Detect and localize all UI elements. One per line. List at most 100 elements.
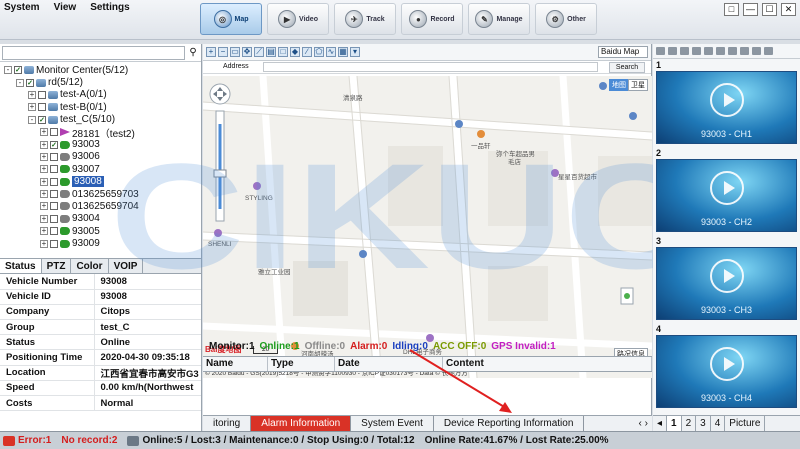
video-split-9-icon[interactable] — [680, 47, 689, 55]
video-cell[interactable]: 1 93003 - CH1 — [653, 60, 800, 146]
map-view[interactable]: 地图 卫星 清泉路 一品轩 弥个车超品男 毛店 星星百货超市 STYLING S… — [203, 76, 652, 378]
tools-icon[interactable]: ▾ — [350, 47, 360, 57]
tree-checkbox[interactable] — [50, 177, 58, 186]
satellite-mode-button[interactable]: 卫星 — [628, 79, 648, 91]
video-page-tab[interactable]: 3 — [696, 416, 711, 431]
area-icon[interactable]: ▤ — [266, 47, 276, 57]
ruler-icon[interactable]: ⟋ — [254, 47, 264, 57]
collapse-icon[interactable]: - — [28, 115, 36, 124]
play-icon[interactable] — [710, 347, 744, 381]
expand-icon[interactable]: + — [40, 152, 48, 161]
menu-system[interactable]: System — [4, 2, 40, 13]
tree-node[interactable]: +93006 — [0, 151, 201, 163]
maximize-button[interactable]: ☐ — [762, 3, 777, 16]
menu-view[interactable]: View — [54, 2, 77, 13]
tree-node[interactable]: + test-B(0/1) — [0, 101, 201, 113]
select-icon[interactable]: ▭ — [230, 47, 240, 57]
tab-color[interactable]: Color — [71, 259, 109, 273]
minimize-button[interactable]: — — [743, 3, 758, 16]
tree-checkbox[interactable]: ✓ — [50, 140, 58, 149]
expand-icon[interactable]: + — [40, 239, 48, 248]
video-page-tab[interactable]: 4 — [711, 416, 726, 431]
video-screen[interactable]: 93003 - CH1 — [656, 71, 797, 144]
tree-node[interactable]: - ✓ rd(5/12) — [0, 76, 201, 88]
search-icon[interactable]: ⚲ — [185, 47, 201, 58]
nav-map-button[interactable]: ◎ Map — [200, 3, 262, 35]
tree-checkbox[interactable] — [50, 152, 58, 161]
video-cell[interactable]: 2 93003 - CH2 — [653, 148, 800, 234]
nav-record-button[interactable]: ● Record — [401, 3, 463, 35]
expand-icon[interactable]: + — [28, 90, 36, 99]
restore-button[interactable]: □ — [724, 3, 739, 16]
close-button[interactable]: ✕ — [781, 3, 796, 16]
tab-status[interactable]: Status — [0, 259, 42, 273]
tree-node[interactable]: +93005 — [0, 225, 201, 237]
video-snapshot-icon[interactable] — [716, 47, 725, 55]
video-screen[interactable]: 93003 - CH3 — [656, 247, 797, 320]
line-icon[interactable]: ∕ — [302, 47, 312, 57]
play-icon[interactable] — [710, 171, 744, 205]
route-icon[interactable]: ∿ — [326, 47, 336, 57]
tab-scroll-left[interactable]: ◂ — [653, 416, 668, 431]
col-name[interactable]: Name — [203, 357, 268, 371]
video-page-tab[interactable]: 2 — [682, 416, 697, 431]
tree-checkbox[interactable] — [50, 190, 58, 199]
tree-checkbox[interactable] — [50, 214, 58, 223]
tree-checkbox[interactable]: ✓ — [26, 78, 34, 87]
menu-settings[interactable]: Settings — [90, 2, 129, 13]
expand-icon[interactable]: + — [40, 202, 48, 211]
collapse-icon[interactable]: - — [4, 66, 12, 75]
video-screen[interactable]: 93003 - CH4 — [656, 335, 797, 408]
no-record-count[interactable]: No record:2 — [61, 435, 117, 446]
tree-node[interactable]: + ✓ 93003 — [0, 138, 201, 150]
video-page-tab[interactable]: 1 — [667, 416, 682, 431]
tab-device-reporting[interactable]: Device Reporting Information — [434, 416, 585, 431]
play-icon[interactable] — [710, 83, 744, 117]
tree-checkbox[interactable] — [50, 227, 58, 236]
tree-node[interactable]: + test-A(0/1) — [0, 89, 201, 101]
expand-icon[interactable]: + — [28, 103, 36, 112]
expand-icon[interactable]: + — [40, 140, 48, 149]
video-record-icon[interactable] — [728, 47, 737, 55]
nav-other-button[interactable]: ⚙ Other — [535, 3, 597, 35]
tree-checkbox[interactable] — [50, 239, 58, 248]
expand-icon[interactable]: + — [40, 190, 48, 199]
fence-icon[interactable]: ▦ — [338, 47, 348, 57]
play-icon[interactable] — [710, 259, 744, 293]
tree-checkbox[interactable]: ✓ — [14, 66, 22, 75]
video-split-4-icon[interactable] — [668, 47, 677, 55]
video-cell[interactable]: 3 93003 - CH3 — [653, 236, 800, 322]
nav-manage-button[interactable]: ✎ Manage — [468, 3, 530, 35]
tree-node[interactable]: +28181（test2) — [0, 126, 201, 140]
collapse-icon[interactable]: - — [16, 78, 24, 87]
expand-icon[interactable]: + — [40, 165, 48, 174]
tree-checkbox[interactable] — [50, 128, 58, 137]
tab-voip[interactable]: VOIP — [109, 259, 144, 273]
tree-checkbox[interactable] — [38, 103, 46, 112]
video-split-16-icon[interactable] — [692, 47, 701, 55]
video-stop-icon[interactable] — [704, 47, 713, 55]
rect-icon[interactable]: □ — [278, 47, 288, 57]
tree-checkbox[interactable] — [50, 165, 58, 174]
video-play-icon[interactable] — [740, 47, 749, 55]
expand-icon[interactable]: + — [40, 128, 48, 137]
tree-node[interactable]: - ✓ Monitor Center(5/12) — [0, 64, 201, 76]
marker-icon[interactable]: ◆ — [290, 47, 300, 57]
tree-node[interactable]: +013625659704 — [0, 200, 201, 212]
map-type-select[interactable]: Baidu Map — [598, 46, 648, 58]
tree-node[interactable]: +93009 — [0, 237, 201, 249]
tree-checkbox[interactable] — [38, 90, 46, 99]
video-screen[interactable]: 93003 - CH2 — [656, 159, 797, 232]
col-type[interactable]: Type — [268, 357, 335, 371]
expand-icon[interactable]: + — [40, 227, 48, 236]
error-count[interactable]: Error:1 — [18, 435, 51, 446]
nav-video-button[interactable]: ▶ Video — [267, 3, 329, 35]
expand-icon[interactable]: + — [40, 177, 48, 186]
tree-node[interactable]: +013625659703 — [0, 188, 201, 200]
col-date[interactable]: Date — [335, 357, 443, 371]
col-content[interactable]: Content — [443, 357, 652, 371]
tree-checkbox[interactable]: ✓ — [38, 115, 46, 124]
tab-monitoring[interactable]: itoring — [203, 416, 252, 431]
address-input[interactable] — [263, 62, 598, 72]
tree-node[interactable]: +93008 — [0, 176, 201, 188]
